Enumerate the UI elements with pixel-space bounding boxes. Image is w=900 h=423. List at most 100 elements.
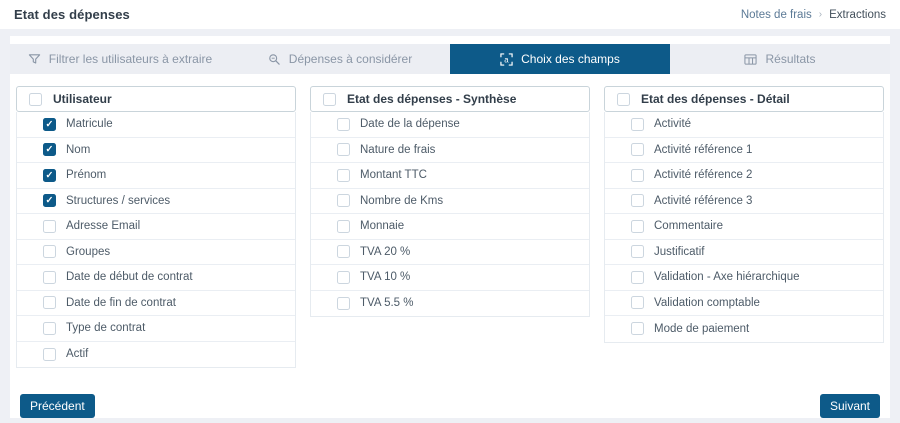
field-row[interactable]: TVA 5.5 % [311,291,589,317]
field-checkbox[interactable] [337,117,350,131]
field-row[interactable]: Validation comptable [605,291,883,316]
field-checkbox[interactable] [631,245,644,259]
breadcrumb-link-notes-de-frais[interactable]: Notes de frais [741,9,812,21]
field-column-synthese: Etat des dépenses - Synthèse Date de la d… [310,86,590,317]
select-all-checkbox[interactable] [29,92,42,106]
field-checkbox[interactable] [337,219,350,233]
field-row[interactable]: Date de fin de contrat [17,291,295,316]
field-row[interactable]: Structures / services [17,189,295,214]
field-label: Validation - Axe hiérarchique [654,271,800,284]
tab-results[interactable]: Résultats [670,44,890,74]
field-row[interactable]: Activité [605,112,883,138]
field-row[interactable]: Nature de frais [311,138,589,163]
field-checkbox[interactable] [631,168,644,182]
field-label: Activité référence 1 [654,143,753,156]
field-label: Justificatif [654,245,705,258]
field-label: Activité référence 2 [654,169,753,182]
field-checkbox[interactable] [43,168,56,182]
field-checkbox[interactable] [337,245,350,259]
field-row[interactable]: Justificatif [605,240,883,265]
field-row[interactable]: Groupes [17,240,295,265]
field-label: Adresse Email [66,220,141,233]
field-checkbox[interactable] [631,296,644,310]
column-rows: Date de la dépense Nature de frais Montant… [310,112,590,317]
field-checkbox[interactable] [43,194,56,208]
field-row[interactable]: Activité référence 2 [605,163,883,189]
field-row[interactable]: Date de début de contrat [17,265,295,291]
field-row[interactable]: Monnaie [311,214,589,240]
field-row[interactable]: Commentaire [605,214,883,240]
field-row[interactable]: Prénom [17,163,295,189]
breadcrumb-separator-icon: › [818,9,823,20]
field-row[interactable]: Actif [17,342,295,368]
field-row[interactable]: Adresse Email [17,214,295,240]
tab-label: Filtrer les utilisateurs à extraire [48,52,213,66]
field-row[interactable]: TVA 20 % [311,240,589,265]
field-checkbox[interactable] [43,270,56,284]
field-checkbox[interactable] [43,219,56,233]
field-label: TVA 10 % [360,271,411,284]
field-column-utilisateur: Utilisateur Matricule Nom Prénom Structures … [16,86,296,368]
field-label: Date de début de contrat [66,271,193,284]
field-checkbox[interactable] [337,194,350,208]
extraction-wizard-card: Filtrer les utilisateurs à extraire Dépen… [10,36,890,418]
field-row[interactable]: Nom [17,138,295,163]
field-checkbox[interactable] [337,143,350,157]
tab-label: Résultats [765,52,816,66]
field-row[interactable]: Mode de paiement [605,316,883,342]
wizard-tabs: Filtrer les utilisateurs à extraire Dépen… [10,44,890,74]
previous-button[interactable]: Précédent [20,394,95,418]
field-row[interactable]: Montant TTC [311,163,589,189]
field-checkbox[interactable] [337,168,350,182]
field-row[interactable]: Date de la dépense [311,112,589,138]
field-row[interactable]: TVA 10 % [311,265,589,291]
field-label: Type de contrat [66,322,146,335]
field-checkbox[interactable] [43,117,56,131]
page-title: Etat des dépenses [14,7,130,22]
column-header-label: Utilisateur [53,92,112,106]
field-checkbox[interactable] [43,296,56,310]
next-button[interactable]: Suivant [819,394,880,418]
field-row[interactable]: Matricule [17,112,295,138]
tab-expenses[interactable]: Dépenses à considérer [230,44,450,74]
field-row[interactable]: Validation - Axe hiérarchique [605,265,883,291]
field-checkbox[interactable] [43,321,56,335]
select-fields-icon: a [500,52,513,66]
field-label: Date de la dépense [360,118,460,131]
field-checkbox[interactable] [631,194,644,208]
field-checkbox[interactable] [631,117,644,131]
field-row[interactable]: Nombre de Kms [311,189,589,214]
field-checkbox[interactable] [43,245,56,259]
breadcrumb: Notes de frais › Extractions [741,9,886,21]
field-row[interactable]: Activité référence 3 [605,189,883,214]
field-checkbox[interactable] [43,143,56,157]
top-header: Etat des dépenses Notes de frais › Extra… [0,0,900,29]
field-checkbox[interactable] [337,296,350,310]
field-checkbox[interactable] [631,322,644,336]
field-label: Monnaie [360,220,405,233]
tab-field-choice[interactable]: a Choix des champs [450,44,670,74]
field-checkbox[interactable] [631,143,644,157]
field-checkbox[interactable] [631,219,644,233]
field-label: Groupes [66,245,111,258]
field-checkbox[interactable] [43,347,56,361]
filter-icon [28,53,41,66]
wizard-footer: Précédent Suivant [10,394,890,418]
column-rows: Matricule Nom Prénom Structures / services A… [16,112,296,368]
column-header-detail: Etat des dépenses - Détail [604,86,884,112]
field-label: Nom [66,143,91,156]
field-row[interactable]: Type de contrat [17,316,295,342]
field-label: Prénom [66,169,107,182]
search-icon [268,53,281,66]
field-checkbox[interactable] [337,270,350,284]
field-checkbox[interactable] [631,270,644,284]
tab-filter-users[interactable]: Filtrer les utilisateurs à extraire [10,44,230,74]
field-label: Montant TTC [360,169,427,182]
table-icon [744,53,758,66]
column-rows: Activité Activité référence 1 Activité réf… [604,112,884,343]
select-all-checkbox[interactable] [617,92,630,106]
field-row[interactable]: Activité référence 1 [605,138,883,163]
field-label: Activité [654,118,692,131]
select-all-checkbox[interactable] [323,92,336,106]
field-label: Mode de paiement [654,322,750,335]
